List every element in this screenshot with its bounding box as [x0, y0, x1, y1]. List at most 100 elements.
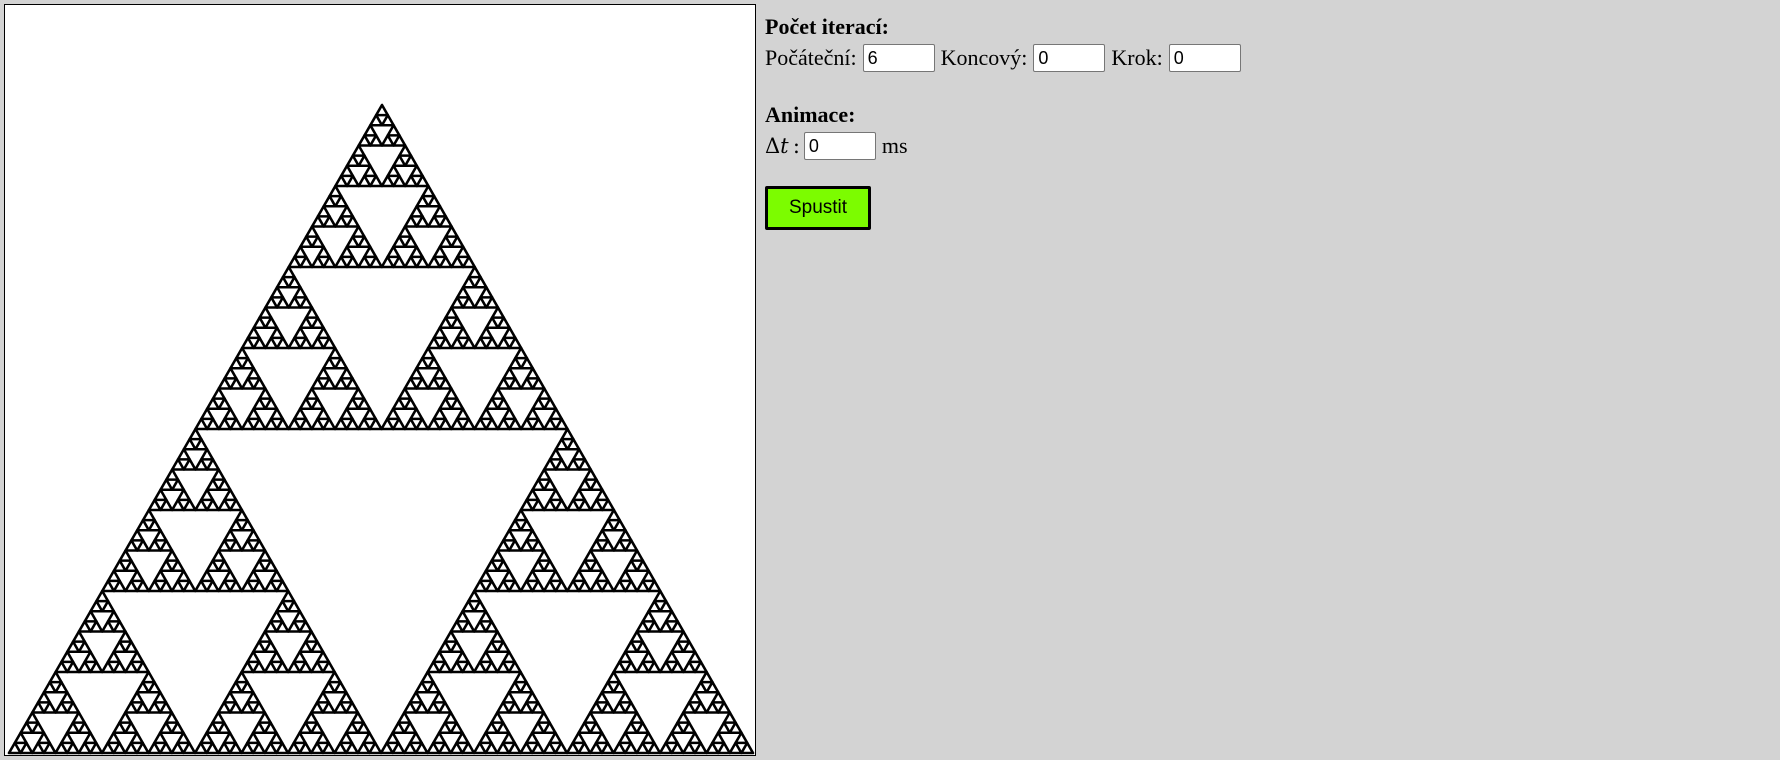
fractal-triangle — [409, 164, 424, 178]
fractal-triangle — [89, 660, 104, 674]
fractal-triangle — [315, 690, 331, 704]
fractal-triangle — [403, 235, 418, 249]
fractal-triangle — [589, 559, 604, 573]
fractal-triangle — [408, 690, 424, 704]
fractal-triangle — [437, 721, 453, 735]
fractal-triangle — [298, 316, 314, 330]
fractal-triangle — [484, 417, 500, 431]
fractal-triangle — [495, 721, 511, 735]
fractal-triangle — [380, 134, 395, 147]
fractal-triangle — [711, 731, 726, 745]
fractal-triangle — [310, 336, 325, 350]
fractal-triangle — [240, 539, 255, 552]
fractal-triangle — [427, 194, 442, 208]
fractal-triangle — [246, 326, 261, 340]
fractal-triangle — [194, 437, 209, 451]
fractal-triangle — [153, 569, 168, 583]
fractal-triangle — [542, 458, 558, 471]
fractal-triangle — [658, 620, 674, 633]
fractal-triangle — [275, 741, 290, 755]
fractal-triangle — [299, 296, 314, 309]
fractal-triangle — [287, 296, 302, 309]
delta-t-label: Δt : — [765, 131, 800, 161]
fractal-triangle — [542, 498, 558, 512]
fractal-triangle — [159, 539, 174, 552]
fractal-triangle — [217, 579, 232, 593]
fractal-triangle — [252, 559, 267, 573]
fractal-triangle — [437, 660, 453, 674]
fractal-triangle — [356, 721, 371, 735]
fractal-triangle — [519, 579, 534, 593]
fractal-triangle — [444, 387, 459, 400]
end-iterations-input[interactable] — [1033, 44, 1106, 72]
fractal-triangle — [502, 326, 517, 340]
fractal-triangle — [554, 741, 569, 755]
fractal-triangle — [263, 397, 279, 411]
fractal-triangle — [467, 589, 482, 603]
fractal-triangle — [623, 660, 639, 674]
fractal-triangle — [112, 640, 127, 654]
fractal-triangle — [159, 498, 174, 512]
fractal-triangle — [496, 701, 511, 714]
fractal-triangle — [403, 174, 419, 188]
fractal-triangle — [211, 549, 226, 562]
fractal-triangle — [670, 741, 685, 755]
fractal-triangle — [252, 336, 267, 350]
start-iterations-input[interactable] — [862, 44, 935, 72]
step-input[interactable] — [1168, 44, 1241, 72]
fractal-triangle — [676, 711, 691, 724]
fractal-triangle — [450, 235, 465, 249]
run-button[interactable]: Spustit — [765, 186, 871, 230]
fractal-triangle — [252, 377, 267, 390]
fractal-triangle — [112, 721, 127, 735]
fractal-triangle — [479, 326, 494, 340]
fractal-triangle — [472, 741, 487, 755]
fractal-triangle — [217, 701, 232, 714]
fractal-triangle — [437, 701, 453, 714]
fractal-triangle — [293, 407, 308, 421]
fractal-triangle — [519, 741, 534, 755]
fractal-triangle — [252, 397, 267, 411]
fractal-triangle — [402, 721, 418, 735]
fractal-triangle — [676, 630, 691, 643]
fractal-triangle — [397, 711, 412, 724]
fractal-triangle — [368, 174, 384, 188]
fractal-triangle — [588, 741, 604, 755]
fractal-triangle — [437, 640, 453, 654]
fractal-triangle — [216, 721, 232, 735]
fractal-triangle — [728, 741, 743, 755]
fractal-triangle — [275, 296, 290, 309]
fractal-triangle — [275, 417, 290, 431]
fractal-triangle — [415, 194, 430, 208]
fractal-triangle — [507, 539, 523, 552]
fractal-triangle — [705, 680, 720, 694]
fractal-triangle — [542, 721, 557, 735]
delta-variable: t — [780, 134, 789, 158]
fractal-triangle — [170, 721, 185, 735]
fractal-triangle — [30, 741, 46, 755]
fractal-triangle — [205, 498, 220, 512]
fractal-triangle — [310, 417, 325, 431]
fractal-triangle — [316, 204, 331, 218]
fractal-triangle — [287, 275, 302, 289]
fractal-triangle — [687, 731, 703, 745]
fractal-triangle — [693, 680, 708, 694]
fractal-triangle — [135, 579, 151, 593]
fractal-triangle — [135, 741, 150, 755]
fractal-triangle — [118, 549, 133, 562]
delta-t-input[interactable] — [803, 132, 876, 160]
fractal-triangle — [566, 498, 581, 512]
fractal-triangle — [327, 670, 342, 684]
fractal-triangle — [182, 579, 197, 593]
fractal-triangle — [147, 539, 162, 552]
fractal-triangle — [461, 620, 476, 633]
fractal-triangle — [240, 680, 255, 694]
fractal-triangle — [36, 731, 52, 745]
fractal-triangle — [623, 701, 639, 714]
fractal-triangle — [385, 731, 400, 745]
fractal-triangle — [705, 701, 720, 714]
fractal-triangle — [345, 417, 360, 431]
fractal-triangle — [398, 144, 413, 157]
fractal-triangle — [583, 468, 598, 481]
fractal-triangle — [490, 306, 506, 319]
